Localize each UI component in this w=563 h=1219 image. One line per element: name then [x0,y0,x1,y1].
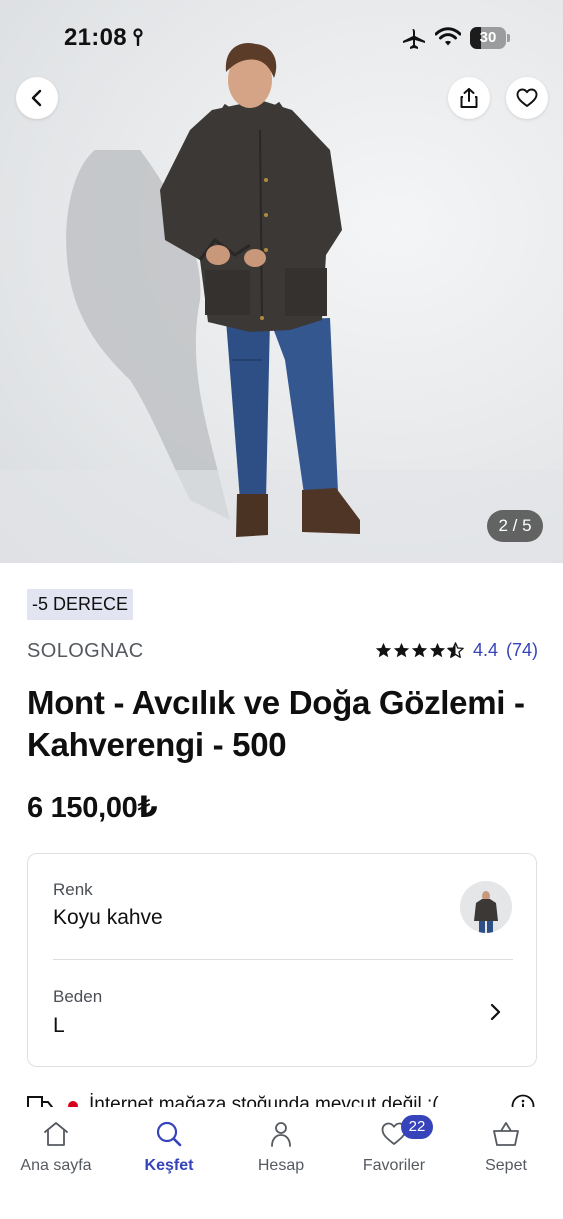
star-half-icon [447,641,464,658]
size-value[interactable]: L [53,1014,65,1038]
battery-icon: 30 [470,27,510,49]
rating[interactable]: 4.4 (74) [375,639,538,661]
chevron-right-icon[interactable] [486,1002,504,1022]
user-icon [271,1122,291,1147]
options-card: Renk Koyu kahve Beden L [27,853,537,1067]
search-icon [156,1121,182,1147]
heart-icon [516,88,538,107]
rating-count[interactable]: (74) [506,640,538,661]
product-title: Mont - Avcılık ve Doğa Gözlemi - Kahvere… [27,684,525,763]
chevron-left-icon [31,89,42,107]
wifi-icon [435,27,461,46]
star-full-icon [429,642,446,657]
status-bar: 21:08 30 [0,0,563,76]
nav-item-explore[interactable]: Keşfet [113,1119,225,1175]
nav-label-explore: Keşfet [144,1157,194,1174]
size-label: Beden [53,987,103,1006]
status-time: 21:08 [64,24,127,51]
star-full-icon [393,642,410,657]
nav-label-cart: Sepet [485,1157,527,1174]
rating-value: 4.4 [473,639,499,660]
nav-item-home[interactable]: Ana sayfa [0,1119,112,1175]
gallery-counter: 2 / 5 [487,510,543,542]
nav-label-home: Ana sayfa [20,1157,92,1174]
color-label: Renk [53,880,93,899]
color-value: Koyu kahve [53,906,163,929]
airplane-icon [403,29,425,49]
battery-level: 30 [479,29,497,46]
bottom-navigation: Ana sayfa Keşfet Hesap 22 Favoriler Sepe… [0,1107,563,1219]
favorite-button[interactable] [506,77,548,119]
basket-icon [493,1122,519,1146]
share-button[interactable] [448,77,490,119]
nav-label-account: Hesap [257,1157,305,1174]
favorites-count-badge: 22 [401,1115,433,1139]
promo-badge: -5 DERECE [27,589,134,620]
brand-name[interactable]: SOLOGNAC [27,640,144,663]
home-icon [44,1122,68,1146]
share-icon [460,88,478,108]
color-swatch-thumbnail [474,891,498,933]
star-full-icon [411,642,428,657]
back-button[interactable] [16,77,58,119]
star-full-icon [375,642,392,657]
location-arrow-icon [133,28,143,46]
color-swatch[interactable] [460,881,512,933]
nav-item-cart[interactable]: Sepet [450,1119,562,1175]
nav-item-favorites[interactable]: 22 Favoriler [338,1115,450,1175]
rating-stars [375,641,465,659]
nav-item-account[interactable]: Hesap [225,1119,337,1175]
nav-label-favorites: Favoriler [362,1157,426,1174]
divider [53,959,513,960]
product-image[interactable]: 21:08 30 2 / 5 [0,0,563,563]
product-price: 6 150,00₺ [27,792,158,824]
